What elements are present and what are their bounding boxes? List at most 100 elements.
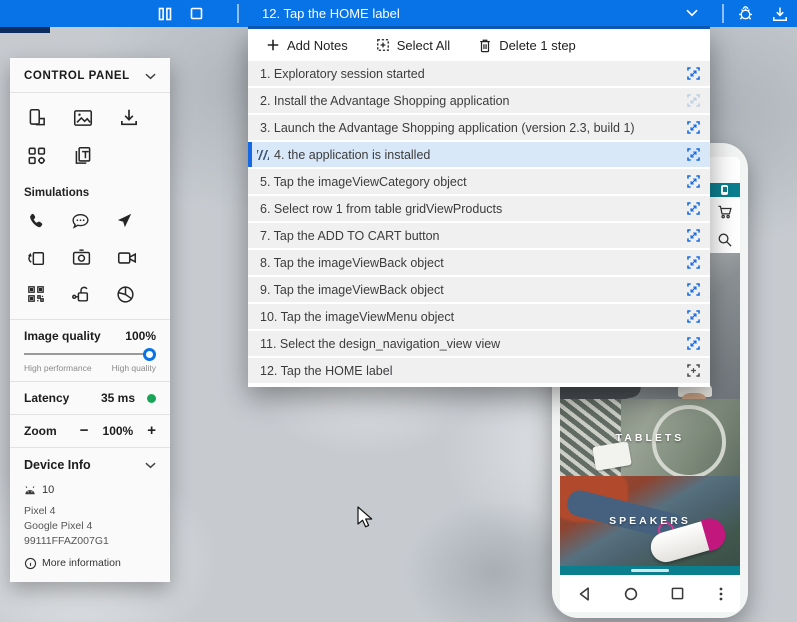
android-icon	[24, 485, 36, 495]
nav-menu-icon	[714, 586, 728, 602]
slider-knob[interactable]	[143, 348, 156, 361]
nav-recent-icon	[669, 585, 686, 602]
nav-back-button[interactable]	[576, 585, 594, 603]
network-simulation-button[interactable]	[115, 284, 136, 305]
step-row[interactable]: 6. Select row 1 from table gridViewProdu…	[248, 196, 710, 221]
expand-step-icon[interactable]	[686, 67, 700, 81]
zoom-value: 100%	[103, 424, 134, 438]
video-simulation-button[interactable]	[116, 247, 138, 269]
step-row[interactable]: 2. Install the Advantage Shopping applic…	[248, 88, 710, 113]
copy-text-button[interactable]	[72, 145, 94, 167]
os-version: 10	[42, 484, 54, 496]
add-notes-button[interactable]: Add Notes	[266, 38, 348, 53]
step-row[interactable]: 3. Launch the Advantage Shopping applica…	[248, 115, 710, 140]
step-row[interactable]: 10. Tap the imageViewMenu object	[248, 304, 710, 329]
verify-hatch-icon	[257, 150, 269, 160]
zoom-label: Zoom	[24, 424, 57, 438]
step-label: 10. Tap the imageViewMenu object	[260, 310, 686, 324]
expand-step-icon[interactable]	[686, 148, 700, 162]
nav-home-button[interactable]	[622, 585, 640, 603]
simulation-actions	[10, 201, 170, 319]
step-row[interactable]: 1. Exploratory session started	[248, 61, 710, 86]
pause-recording-button[interactable]	[158, 7, 172, 21]
expand-step-icon[interactable]	[686, 310, 700, 324]
unlock-icon	[70, 284, 91, 305]
step-label: 5. Tap the imageViewCategory object	[260, 175, 686, 189]
category-label-speakers: SPEAKERS	[609, 515, 691, 527]
debug-button[interactable]	[736, 4, 755, 23]
more-information-link[interactable]: More information	[24, 557, 156, 570]
copy-text-icon	[72, 145, 94, 167]
bug-icon	[736, 4, 755, 23]
category-card-tablets[interactable]: TABLETS	[560, 399, 740, 476]
device-orientation-button[interactable]	[26, 107, 48, 129]
step-selector-dropdown[interactable]: 12. Tap the HOME label	[248, 0, 710, 29]
nav-home-icon	[622, 585, 640, 603]
delete-step-button[interactable]: Delete 1 step	[478, 38, 576, 53]
export-button[interactable]	[771, 5, 789, 23]
barcode-scan-button[interactable]	[26, 284, 46, 305]
expand-step-icon[interactable]	[686, 256, 700, 270]
select-all-button[interactable]: Select All	[376, 38, 450, 53]
barcode-scan-icon	[26, 284, 46, 304]
slider-min-label: High performance	[24, 363, 92, 373]
step-row[interactable]: 8. Tap the imageViewBack object	[248, 250, 710, 275]
step-row[interactable]: 7. Tap the ADD TO CART button	[248, 223, 710, 248]
mouse-cursor	[356, 506, 374, 530]
expand-step-icon[interactable]	[686, 121, 700, 135]
save-button[interactable]	[118, 107, 140, 129]
step-row[interactable]: 11. Select the design_navigation_view vi…	[248, 331, 710, 356]
step-label: 8. Tap the imageViewBack object	[260, 256, 686, 270]
zoom-out-button[interactable]: −	[80, 426, 89, 436]
expand-step-icon[interactable]	[686, 283, 700, 297]
call-simulation-button[interactable]	[26, 211, 46, 232]
step-row[interactable]: 5. Tap the imageViewCategory object	[248, 169, 710, 194]
sms-simulation-button[interactable]	[70, 211, 91, 232]
expand-step-icon[interactable]	[686, 337, 700, 351]
screenshot-button[interactable]	[72, 107, 94, 129]
remote-device-workspace: TABLETS SPEAKERS	[0, 0, 797, 622]
image-quality-slider[interactable]	[24, 347, 156, 360]
chevron-down-icon	[686, 9, 698, 17]
nav-back-icon	[576, 585, 594, 603]
expand-step-icon[interactable]	[686, 364, 700, 378]
expand-step-icon[interactable]	[686, 175, 700, 189]
apps-button[interactable]	[26, 145, 48, 167]
step-label: 9. Tap the imageViewBack object	[260, 283, 686, 297]
toolbar-divider	[722, 4, 724, 23]
step-label: 3. Launch the Advantage Shopping applica…	[260, 121, 686, 135]
step-label: 7. Tap the ADD TO CART button	[260, 229, 686, 243]
category-card-speakers[interactable]: SPEAKERS	[560, 476, 740, 566]
pause-icon	[158, 7, 172, 21]
location-simulation-button[interactable]	[115, 211, 134, 232]
nav-recent-button[interactable]	[669, 585, 686, 602]
toolbar-divider	[237, 4, 239, 23]
control-panel-header[interactable]: CONTROL PANEL	[10, 58, 170, 92]
expand-step-icon[interactable]	[686, 94, 700, 108]
app-bottom-bar	[560, 566, 740, 575]
screenshot-icon	[72, 107, 94, 129]
step-label: 2. Install the Advantage Shopping applic…	[260, 94, 686, 108]
device-info-header[interactable]: Device Info	[10, 448, 170, 476]
stop-recording-button[interactable]	[190, 7, 203, 20]
expand-step-icon[interactable]	[686, 229, 700, 243]
camera-icon	[71, 247, 92, 268]
info-icon	[24, 557, 37, 570]
selected-step-label: 12. Tap the HOME label	[248, 6, 686, 21]
camera-simulation-button[interactable]	[71, 247, 92, 269]
network-icon	[115, 284, 136, 305]
app-switch-button[interactable]	[26, 247, 47, 269]
step-row[interactable]: 4. the application is installed	[248, 142, 710, 167]
step-row[interactable]: 12. Tap the HOME label	[248, 358, 710, 383]
android-nav-bar	[560, 575, 740, 612]
latency-label: Latency	[24, 391, 69, 405]
expand-step-icon[interactable]	[686, 202, 700, 216]
step-row[interactable]: 9. Tap the imageViewBack object	[248, 277, 710, 302]
download-icon	[771, 5, 789, 23]
zoom-in-button[interactable]: +	[147, 426, 156, 436]
tablet-graphic	[592, 441, 632, 471]
nav-menu-button[interactable]	[714, 586, 728, 602]
stop-icon	[190, 7, 203, 20]
app-switch-icon	[26, 247, 47, 268]
authentication-button[interactable]	[70, 284, 91, 305]
